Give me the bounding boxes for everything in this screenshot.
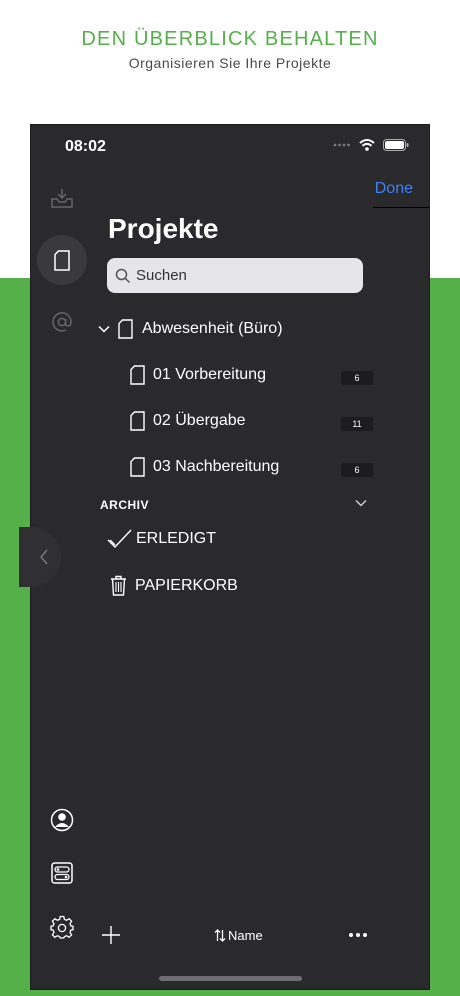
search-box[interactable] <box>107 258 363 293</box>
sidebar-account[interactable] <box>37 795 87 845</box>
sidebar-projects[interactable] <box>37 235 87 285</box>
sidebar-server[interactable] <box>37 848 87 898</box>
project-group-label: Abwesenheit (Büro) <box>142 320 283 337</box>
phone-screen: 08:02 Done Projekte Suchen Abwesenheit (… <box>19 124 430 990</box>
status-icons <box>333 139 409 151</box>
project-row[interactable]: 03 Nachbereitung <box>130 457 279 477</box>
project-label: 02 Übergabe <box>153 412 246 429</box>
document-icon <box>130 365 145 385</box>
project-label: 01 Vorbereitung <box>153 366 266 383</box>
inbox-icon <box>51 189 73 208</box>
sidebar-mentions[interactable] <box>37 297 87 347</box>
signal-icon <box>333 143 350 147</box>
document-icon <box>130 411 145 431</box>
project-count-badge: 6 <box>341 463 373 477</box>
plus-icon[interactable] <box>101 925 121 945</box>
project-count-badge: 6 <box>341 371 373 385</box>
done-underline <box>373 207 429 208</box>
project-row[interactable]: 02 Übergabe <box>130 411 246 431</box>
archive-done-label: ERLEDIGT <box>136 530 217 547</box>
document-icon <box>130 457 145 477</box>
at-icon <box>52 312 72 332</box>
battery-icon <box>383 139 409 151</box>
server-icon <box>51 862 73 884</box>
more-icon[interactable] <box>349 933 367 937</box>
archive-section-title: ARCHIV <box>100 498 150 512</box>
search-input[interactable] <box>136 267 336 284</box>
chevron-down-icon <box>98 325 110 333</box>
chevron-left-icon <box>40 549 48 565</box>
promo-headline: DEN ÜBERBLICK BEHALTEN <box>81 28 379 50</box>
chevron-down-icon[interactable] <box>355 499 367 507</box>
page-title: Projekte <box>108 213 219 244</box>
wifi-icon <box>359 139 375 151</box>
sidebar-inbox[interactable] <box>37 173 87 223</box>
gear-icon <box>50 915 74 939</box>
sort-button[interactable]: Name <box>214 928 263 943</box>
project-group-row[interactable]: Abwesenheit (Büro) <box>98 319 283 339</box>
trash-icon <box>111 575 126 596</box>
promo-subline: Organisieren Sie Ihre Projekte <box>128 55 332 71</box>
sort-icon <box>214 929 226 942</box>
done-button[interactable]: Done <box>375 180 413 198</box>
sort-label: Name <box>228 928 263 943</box>
archive-done-row[interactable]: ERLEDIGT <box>107 528 216 550</box>
document-icon <box>118 319 133 339</box>
checkmark-icon <box>107 529 132 549</box>
document-icon <box>54 249 70 271</box>
archive-trash-row[interactable]: PAPIERKORB <box>110 575 238 596</box>
sidebar-settings[interactable] <box>37 902 87 952</box>
project-label: 03 Nachbereitung <box>153 458 280 475</box>
project-row[interactable]: 01 Vorbereitung <box>130 365 266 385</box>
home-indicator <box>159 976 302 981</box>
project-count-badge: 11 <box>341 417 373 431</box>
user-icon <box>50 808 74 832</box>
search-icon <box>115 268 131 283</box>
archive-trash-label: PAPIERKORB <box>135 576 238 594</box>
